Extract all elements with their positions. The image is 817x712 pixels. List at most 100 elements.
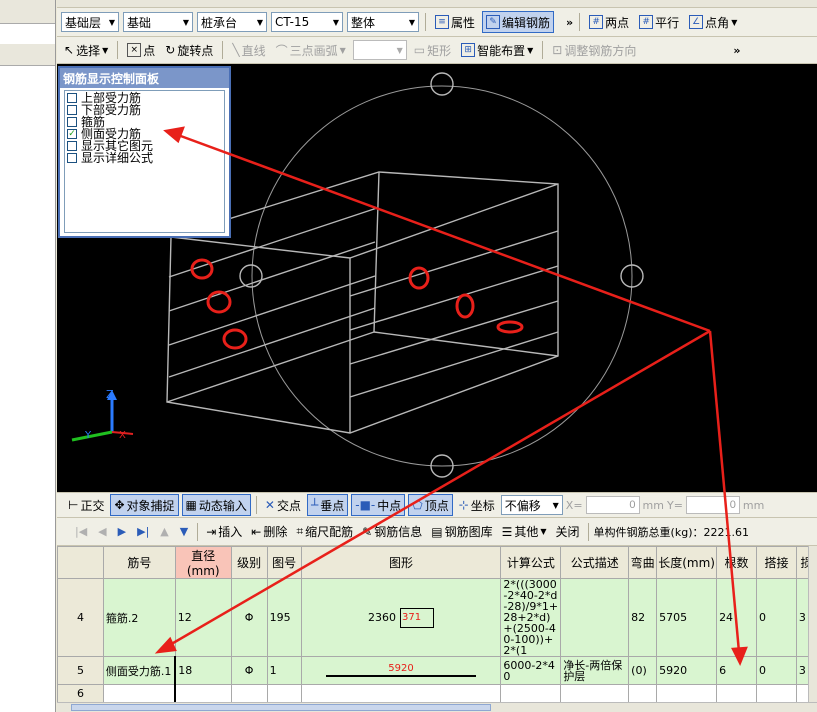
cell-description[interactable] <box>560 578 630 657</box>
scrollbar-thumb[interactable] <box>71 704 491 711</box>
move-up-icon[interactable]: ▲ <box>156 525 172 538</box>
cell-bend[interactable] <box>628 684 658 702</box>
select-button[interactable]: ↖ 选择 ▼ <box>61 39 111 61</box>
adjust-direction-button[interactable]: ⊡ 调整钢筋方向 <box>549 39 639 61</box>
component-name-select[interactable]: CT-15 ▼ <box>271 12 343 32</box>
two-points-button[interactable]: # 两点 <box>586 11 632 33</box>
col-header-length[interactable]: 长度(mm) <box>656 546 718 579</box>
rectangle-button[interactable]: ▭ 矩形 <box>411 39 454 61</box>
cell-bar-no[interactable]: 箍筋.2 <box>102 578 176 657</box>
col-header-formula[interactable]: 计算公式 <box>500 546 562 579</box>
cell-formula[interactable] <box>500 684 562 702</box>
delete-button[interactable]: ⇤ 删除 <box>248 521 290 543</box>
perpendicular-toggle[interactable]: ┴ 垂点 <box>306 494 349 516</box>
col-header-shape-no[interactable]: 图号 <box>266 546 302 579</box>
col-header-shape[interactable]: 图形 <box>300 546 502 579</box>
layer-select[interactable]: 基础层 ▼ <box>61 12 119 32</box>
col-header-lap[interactable]: 搭接 <box>756 546 797 579</box>
edit-rebar-button[interactable]: ✎ 编辑钢筋 <box>482 11 555 33</box>
cell-count[interactable] <box>716 684 757 702</box>
prev-record-icon[interactable]: ◀ <box>94 525 110 538</box>
next-record-icon[interactable]: ▶ <box>114 525 130 538</box>
checkbox-icon[interactable] <box>67 105 77 115</box>
cell-count[interactable]: 24 <box>716 578 757 657</box>
cell-shape-no[interactable] <box>266 684 302 702</box>
arc-option-select[interactable]: ▼ <box>352 40 407 60</box>
cell-shape-no[interactable]: 195 <box>266 578 302 657</box>
cell-diameter[interactable]: 12 <box>174 578 232 657</box>
checkbox-icon[interactable] <box>67 93 77 103</box>
coordinate-toggle[interactable]: ⊹ 坐标 <box>456 494 498 516</box>
cell-diameter[interactable] <box>174 684 232 702</box>
col-header-bend[interactable]: 弯曲 <box>628 546 658 579</box>
cell-length[interactable] <box>656 684 718 702</box>
col-header-description[interactable]: 公式描述 <box>560 546 630 579</box>
y-coord-input[interactable] <box>685 496 740 514</box>
cell-bar-no[interactable] <box>102 684 177 702</box>
cell-grade[interactable]: Φ <box>230 656 268 685</box>
offset-mode-select[interactable]: 不偏移 ▼ <box>500 495 563 515</box>
col-header-bar-no[interactable]: 筋号 <box>102 546 176 579</box>
insert-button[interactable]: ⇥ 插入 <box>203 521 245 543</box>
table-row[interactable]: 5 侧面受力筋.1 18 Φ 1 5920 6000-2*40 净长-两倍保护层… <box>57 656 817 685</box>
checkbox-icon[interactable] <box>67 153 77 163</box>
cell-lap[interactable] <box>756 684 797 702</box>
table-vertical-scrollbar[interactable] <box>808 546 817 702</box>
scale-rebar-button[interactable]: ⌗ 缩尺配筋 <box>293 521 356 543</box>
scope-select[interactable]: 整体 ▼ <box>347 12 419 32</box>
last-record-icon[interactable]: ▶| <box>133 525 153 538</box>
checkbox-icon[interactable] <box>67 141 77 151</box>
dynamic-input-toggle[interactable]: ▦ 动态输入 <box>181 494 251 516</box>
cell-shape[interactable] <box>300 684 502 702</box>
col-header-grade[interactable]: 级别 <box>230 546 268 579</box>
ortho-toggle[interactable]: ⊢ 正交 <box>65 494 107 516</box>
cell-diameter[interactable]: 18 <box>174 656 232 685</box>
point-button[interactable]: × 点 <box>124 39 158 61</box>
cell-lap[interactable]: 0 <box>756 578 797 657</box>
cell-formula[interactable]: 2*(((3000-2*40-2*d-28)/9*1+28+2*d)+(2500… <box>500 578 562 657</box>
cell-lap[interactable]: 0 <box>756 656 797 685</box>
midpoint-toggle[interactable]: -■- 中点 <box>351 494 406 516</box>
checkbox-icon[interactable] <box>67 117 77 127</box>
move-down-icon[interactable]: ▼ <box>176 525 192 538</box>
x-coord-input[interactable] <box>585 496 640 514</box>
cell-grade[interactable]: Φ <box>230 578 268 657</box>
point-angle-button[interactable]: ∠ 点角 ▼ <box>686 11 740 33</box>
cell-grade[interactable] <box>230 684 268 702</box>
cell-bend[interactable]: 82 <box>628 578 658 657</box>
parallel-button[interactable]: # 平行 <box>636 11 682 33</box>
rotate-point-button[interactable]: ↻ 旋转点 <box>162 39 216 61</box>
col-header-diameter[interactable]: 直径(mm) <box>174 546 232 579</box>
cell-description[interactable] <box>560 684 630 702</box>
cell-bar-no[interactable]: 侧面受力筋.1 <box>102 656 177 685</box>
intersection-toggle[interactable]: ✕ 交点 <box>262 494 304 516</box>
line-button[interactable]: ╲ 直线 <box>229 39 268 61</box>
close-table-button[interactable]: 关闭 <box>553 521 583 543</box>
table-row[interactable]: 6 <box>57 684 817 702</box>
col-header-count[interactable]: 根数 <box>716 546 757 579</box>
toolbar-overflow-icon[interactable]: » <box>733 44 740 57</box>
checkbox-show-formula[interactable]: 显示详细公式 <box>67 152 222 164</box>
object-snap-toggle[interactable]: ✥ 对象捕捉 <box>110 494 179 516</box>
checkmark-icon[interactable]: ✓ <box>67 129 77 139</box>
component-type-select[interactable]: 桩承台 ▼ <box>197 12 267 32</box>
smart-layout-button[interactable]: ⊞ 智能布置 ▼ <box>458 39 536 61</box>
rebar-library-button[interactable]: ▤ 钢筋图库 <box>428 521 495 543</box>
other-menu-button[interactable]: ☰ 其他 ▼ <box>499 521 550 543</box>
first-record-icon[interactable]: |◀ <box>71 525 91 538</box>
cell-length[interactable]: 5705 <box>656 578 718 657</box>
table-row[interactable]: 4 箍筋.2 12 Φ 195 2360 371 2*(((3000-2*40-… <box>57 578 817 657</box>
cell-bend[interactable]: (0) <box>628 656 658 685</box>
toolbar-overflow-icon[interactable]: » <box>566 16 573 29</box>
cell-description[interactable]: 净长-两倍保护层 <box>560 656 630 685</box>
rebar-info-button[interactable]: ✎ 钢筋信息 <box>359 521 425 543</box>
cell-count[interactable]: 6 <box>716 656 757 685</box>
cell-shape-no[interactable]: 1 <box>266 656 302 685</box>
cell-formula[interactable]: 6000-2*40 <box>500 656 562 685</box>
cell-length[interactable]: 5920 <box>656 656 718 685</box>
cell-shape[interactable]: 5920 <box>300 656 502 685</box>
vertex-toggle[interactable]: ⬠ 顶点 <box>408 494 453 516</box>
properties-button[interactable]: ≡ 属性 <box>432 11 478 33</box>
cell-shape[interactable]: 2360 371 <box>300 578 502 657</box>
category-select[interactable]: 基础 ▼ <box>123 12 193 32</box>
